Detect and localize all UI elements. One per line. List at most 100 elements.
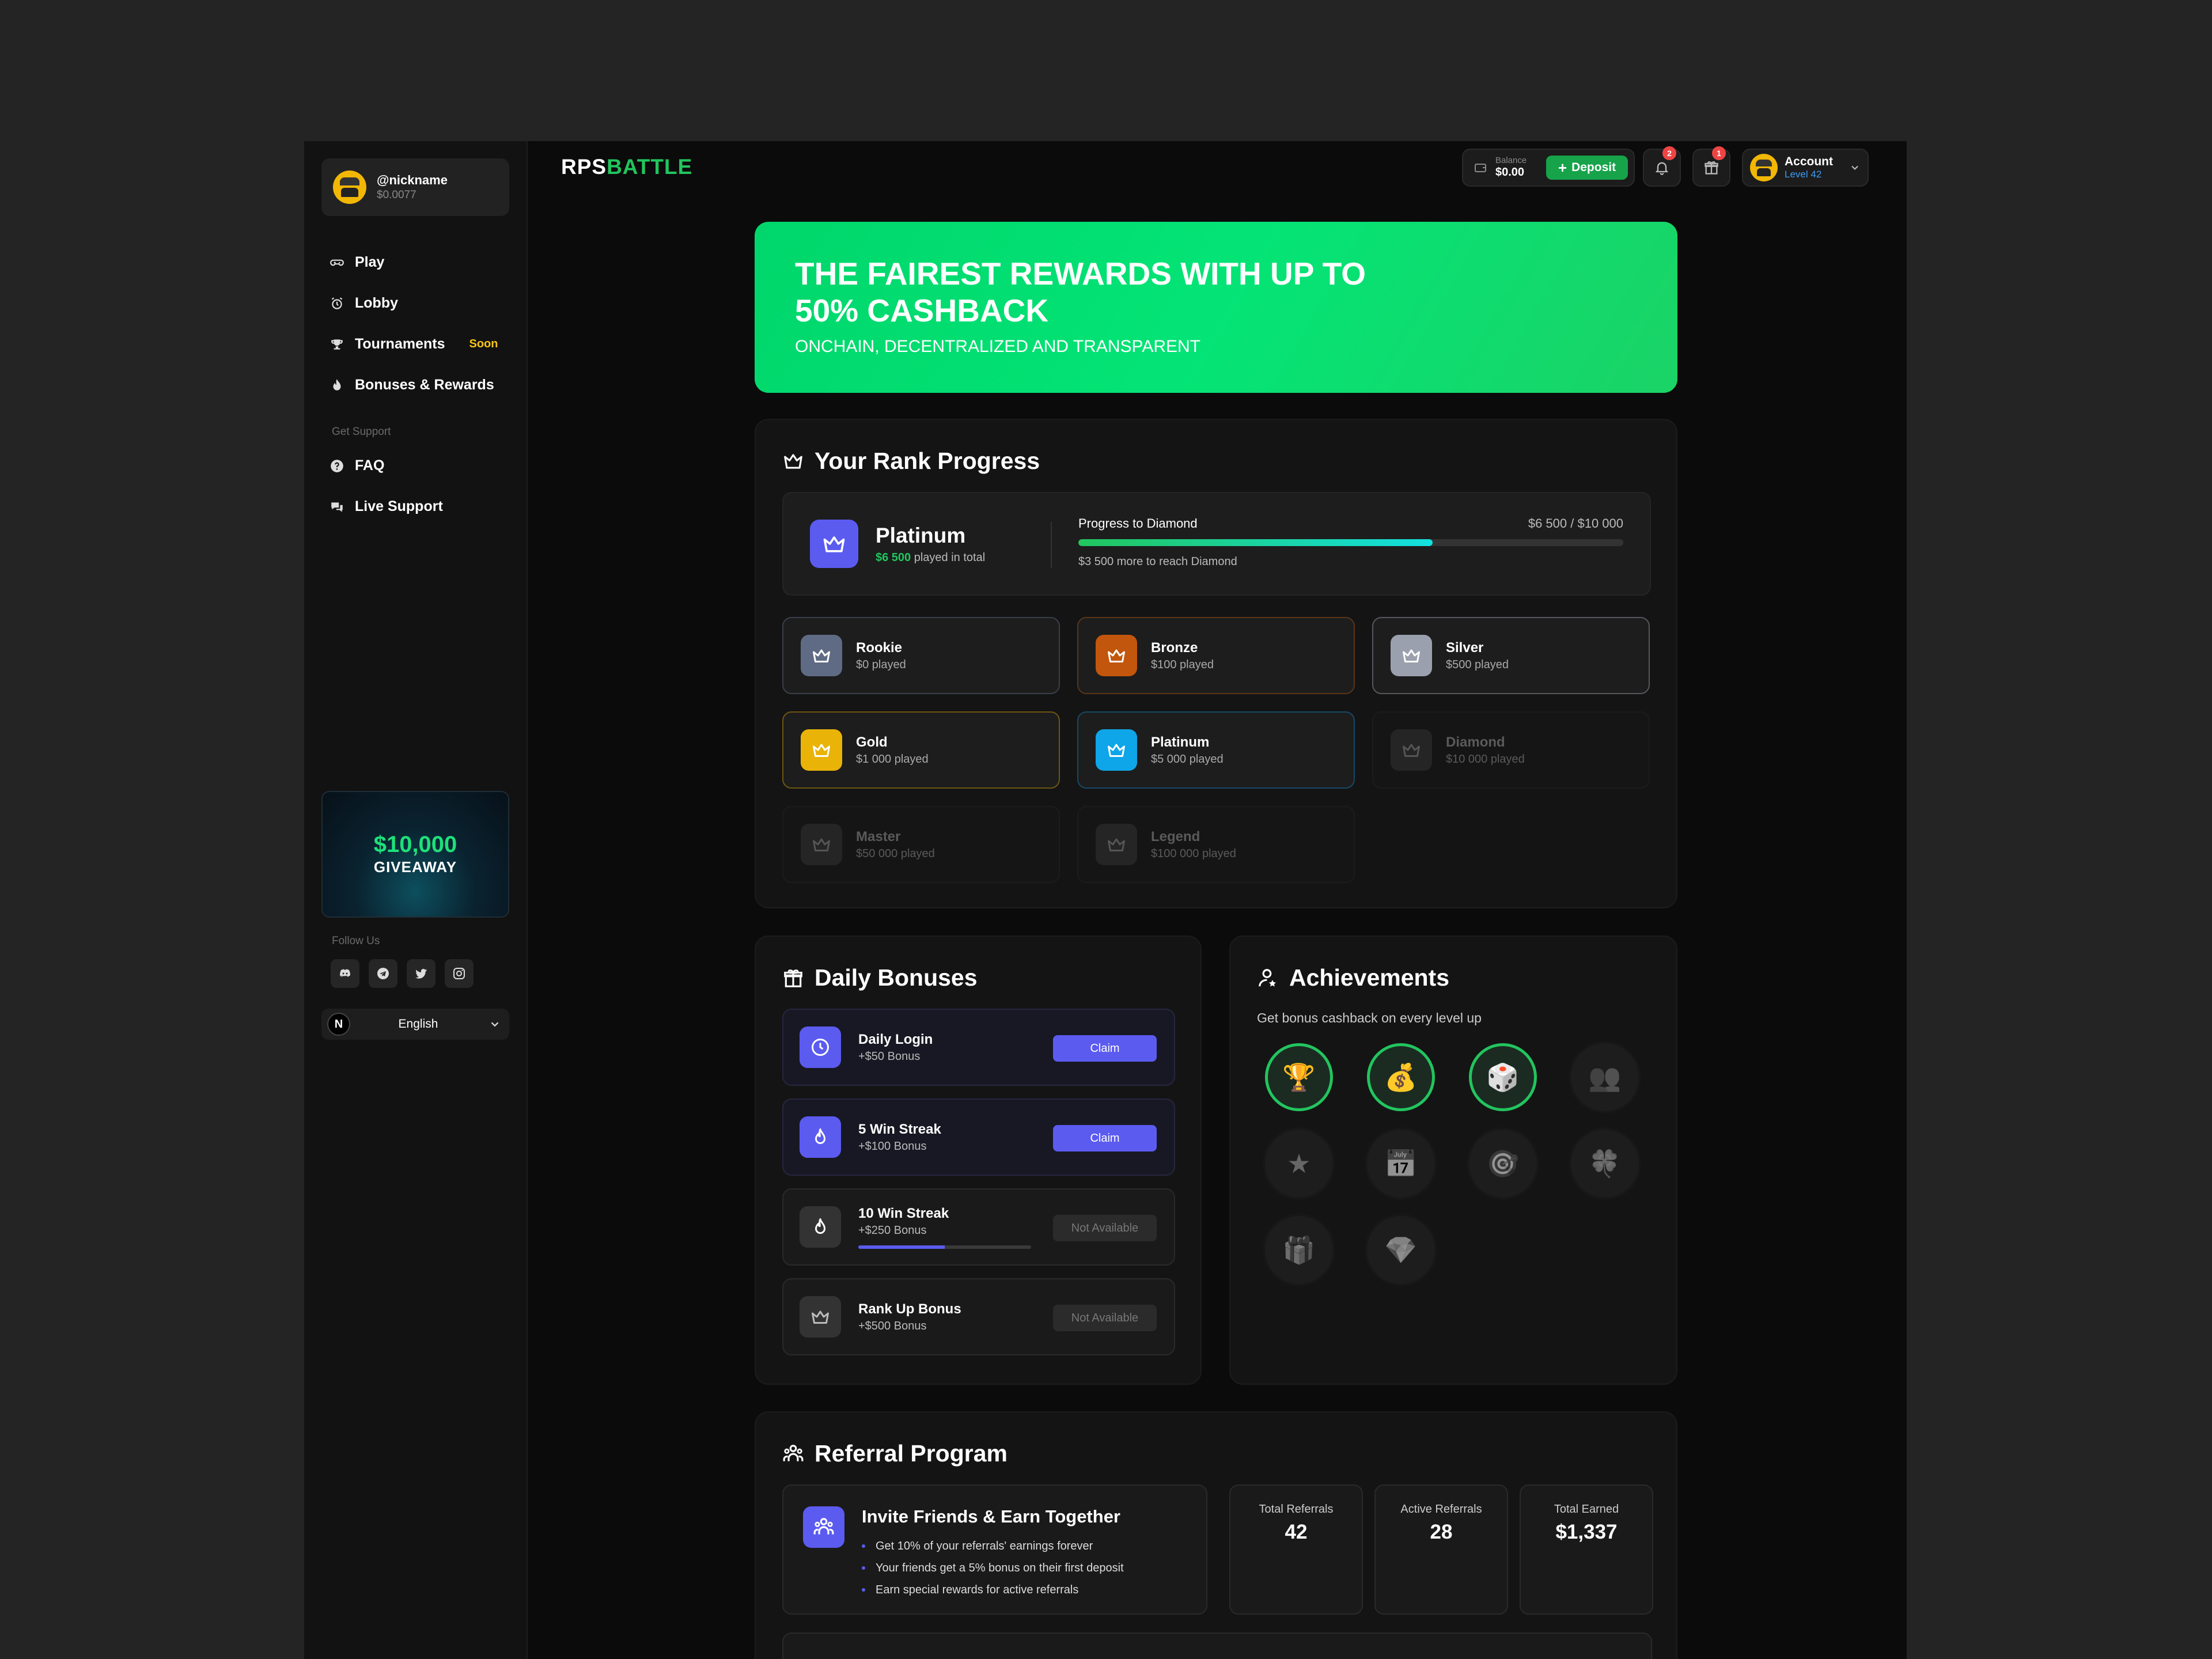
diamond-icon[interactable]: 💎 (1367, 1216, 1435, 1284)
target-icon[interactable]: 🎯 (1469, 1130, 1537, 1198)
tier-name: Rookie (856, 639, 903, 656)
bonus-item: Daily Login +$50 Bonus Claim (782, 1009, 1175, 1086)
bonus-item: 5 Win Streak +$100 Bonus Claim (782, 1099, 1175, 1176)
deposit-label: Deposit (1571, 161, 1616, 174)
progress-label: Progress to Diamond (1078, 516, 1198, 531)
instagram-icon[interactable] (445, 959, 474, 988)
hero-subtitle: ONCHAIN, DECENTRALIZED AND TRANSPARENT (795, 337, 1200, 356)
notifications-button[interactable]: 2 (1643, 146, 1681, 187)
profile-card[interactable]: @nickname $0.0077 (321, 158, 509, 216)
twitter-icon[interactable] (407, 959, 435, 988)
nav-label-play: Play (355, 254, 385, 270)
referral-title-text: Referral Program (815, 1440, 1007, 1467)
account-menu[interactable]: Account Level 42 (1742, 149, 1869, 187)
referral-link-panel (782, 1633, 1652, 1659)
app-window: @nickname $0.0077 Play Lobby Tournaments… (304, 141, 1907, 1659)
tier-played: $0 played (856, 658, 906, 671)
current-rank-summary: Platinum $6 500 played in total Progress… (782, 492, 1651, 596)
bonus-list: Daily Login +$50 Bonus Claim 5 Win Streak +$… (782, 1009, 1175, 1368)
balance-widget: Balance $0.00 + Deposit (1462, 149, 1635, 187)
chevron-down-icon (1849, 162, 1861, 173)
achievements-title-text: Achievements (1289, 964, 1450, 991)
current-rank-played: $6 500 played in total (876, 551, 985, 565)
app-logo[interactable]: RPSBATTLE (561, 155, 692, 179)
account-avatar (1750, 154, 1778, 181)
flame-icon (329, 378, 344, 393)
users-icon[interactable]: 👥 (1571, 1043, 1639, 1111)
stat-total-earned: Total Earned $1,337 (1520, 1484, 1653, 1615)
tier-name: Silver (1446, 639, 1484, 656)
trophy-icon[interactable]: 🏆 (1265, 1043, 1333, 1111)
logo-text-battle: BATTLE (607, 155, 693, 179)
money-bag-icon[interactable]: 💰 (1367, 1043, 1435, 1111)
rank-progress-title-text: Your Rank Progress (815, 448, 1040, 474)
nav-label-tournaments: Tournaments (355, 336, 445, 352)
daily-bonuses-card: Daily Bonuses Daily Login +$50 Bonus Claim… (755, 935, 1202, 1385)
crown-icon (810, 520, 858, 568)
nav-label-faq: FAQ (355, 457, 385, 474)
rank-tier-master: Master $50 000 played (782, 806, 1060, 883)
giveaway-amount: $10,000 (373, 831, 457, 857)
nav-item-lobby[interactable]: Lobby (329, 283, 514, 324)
hero-title: THE FAIREST REWARDS WITH UP TO 50% CASHB… (795, 256, 1366, 328)
nav-item-bonuses[interactable]: Bonuses & Rewards (329, 365, 514, 406)
rank-tier-grid: Rookie $0 played Bronze $100 played Silver $5… (782, 617, 1652, 883)
rank-tier-diamond: Diamond $10 000 played (1372, 711, 1650, 789)
gift-icon[interactable]: 🎁 (1265, 1216, 1333, 1284)
giveaway-banner[interactable]: $10,000 GIVEAWAY (321, 791, 509, 918)
bonus-name: 5 Win Streak (858, 1121, 941, 1137)
bonus-amount: +$250 Bonus (858, 1224, 927, 1237)
tier-played: $50 000 played (856, 847, 935, 860)
deposit-button[interactable]: + Deposit (1546, 156, 1628, 180)
tier-played: $100 played (1151, 658, 1214, 671)
achievement-grid: 🏆 💰 🎲 👥 ★ 📅 🎯 🍀 🎁 💎 (1265, 1043, 1639, 1284)
star-icon[interactable]: ★ (1265, 1130, 1333, 1198)
gamepad-icon (329, 255, 344, 270)
bonus-item: 10 Win Streak +$250 Bonus Not Available (782, 1188, 1175, 1266)
rank-tier-gold: Gold $1 000 played (782, 711, 1060, 789)
achievements-card: Achievements Get bonus cashback on every… (1229, 935, 1677, 1385)
clover-icon[interactable]: 🍀 (1571, 1130, 1639, 1198)
daily-bonuses-title: Daily Bonuses (782, 964, 978, 991)
rank-tier-silver: Silver $500 played (1372, 617, 1650, 694)
rank-tier-rookie: Rookie $0 played (782, 617, 1060, 694)
list-item: Your friends get a 5% bonus on their fir… (862, 1557, 1124, 1579)
nav-item-play[interactable]: Play (329, 242, 514, 283)
balance-label: Balance (1495, 156, 1527, 166)
claim-button[interactable]: Claim (1053, 1035, 1157, 1062)
telegram-icon[interactable] (369, 959, 397, 988)
daily-bonuses-title-text: Daily Bonuses (815, 964, 978, 991)
nav-label-bonuses: Bonuses & Rewards (355, 377, 494, 393)
flame-icon (800, 1206, 841, 1248)
plus-icon: + (1558, 159, 1567, 176)
tier-played: $10 000 played (1446, 752, 1525, 766)
tier-played: $500 played (1446, 658, 1509, 671)
calendar-icon[interactable]: 📅 (1367, 1130, 1435, 1198)
brand-logo-icon: N (327, 1013, 350, 1036)
profile-balance: $0.0077 (377, 189, 416, 201)
rank-tier-legend: Legend $100 000 played (1077, 806, 1355, 883)
stat-active-referrals: Active Referrals 28 (1374, 1484, 1508, 1615)
nav-item-tournaments[interactable]: Tournaments Soon (329, 324, 514, 365)
achievements-title: Achievements (1257, 964, 1449, 991)
nav-item-live-support[interactable]: Live Support (329, 486, 514, 527)
played-suffix: played in total (914, 551, 986, 564)
tier-name: Diamond (1446, 734, 1505, 750)
gift-icon (1703, 160, 1719, 176)
support-nav: FAQ Live Support (329, 445, 514, 527)
avatar (333, 171, 366, 204)
bonus-name: 10 Win Streak (858, 1205, 949, 1221)
clock-icon (800, 1027, 841, 1068)
alarm-icon (329, 296, 344, 311)
tier-played: $100 000 played (1151, 847, 1236, 860)
crown-icon (782, 450, 804, 472)
gift-icon (782, 967, 804, 989)
discord-icon[interactable] (331, 959, 359, 988)
claim-button[interactable]: Claim (1053, 1125, 1157, 1152)
language-select[interactable]: N English (321, 1009, 509, 1040)
gifts-badge: 1 (1712, 146, 1726, 160)
nav-item-faq[interactable]: FAQ (329, 445, 514, 486)
gifts-button[interactable]: 1 (1692, 146, 1730, 187)
hero-banner: THE FAIREST REWARDS WITH UP TO 50% CASHB… (755, 222, 1677, 393)
dice-icon[interactable]: 🎲 (1469, 1043, 1537, 1111)
